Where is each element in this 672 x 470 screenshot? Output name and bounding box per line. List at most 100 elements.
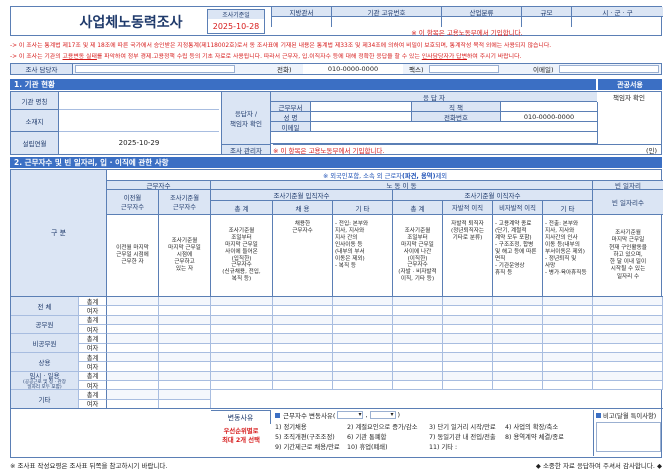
data-cell[interactable] (273, 353, 333, 363)
data-cell[interactable] (543, 362, 593, 372)
data-cell[interactable] (593, 381, 663, 391)
data-cell[interactable] (211, 315, 273, 325)
data-cell[interactable] (593, 362, 663, 372)
data-cell[interactable] (273, 325, 333, 335)
data-cell[interactable] (159, 334, 211, 344)
data-cell[interactable] (593, 306, 663, 316)
remark-input[interactable] (596, 422, 661, 452)
header-input-industry[interactable] (441, 17, 521, 27)
data-cell[interactable] (443, 334, 493, 344)
data-cell[interactable] (593, 343, 663, 353)
data-cell[interactable] (493, 297, 543, 307)
address-input[interactable] (59, 110, 219, 132)
data-cell[interactable] (107, 306, 159, 316)
data-cell[interactable] (443, 297, 493, 307)
data-cell[interactable] (107, 362, 159, 372)
data-cell[interactable] (273, 306, 333, 316)
data-cell[interactable] (273, 371, 333, 381)
data-cell[interactable] (107, 353, 159, 363)
header-input-region[interactable] (571, 17, 663, 27)
tel-input[interactable]: 010-0000-0000 (501, 112, 597, 122)
data-cell[interactable] (393, 353, 443, 363)
data-cell[interactable] (211, 334, 273, 344)
change-option[interactable]: 10) 휴업(폐쇄) (347, 442, 429, 451)
data-cell[interactable] (543, 306, 593, 316)
data-cell[interactable] (443, 306, 493, 316)
data-cell[interactable] (493, 381, 543, 391)
data-cell[interactable] (333, 381, 393, 391)
change-option[interactable]: 8) 용역계약 체결/종료 (505, 432, 589, 441)
data-cell[interactable] (543, 315, 593, 325)
data-cell[interactable] (593, 297, 663, 307)
data-cell[interactable] (107, 297, 159, 307)
data-cell[interactable] (211, 353, 273, 363)
data-cell[interactable] (593, 371, 663, 381)
data-cell[interactable] (333, 315, 393, 325)
data-cell[interactable] (443, 315, 493, 325)
data-cell[interactable] (333, 362, 393, 372)
change-option[interactable]: 3) 단기 일거리 시작/만료 (429, 422, 505, 431)
header-input-size[interactable] (521, 17, 571, 27)
data-cell[interactable] (273, 315, 333, 325)
data-cell[interactable] (273, 334, 333, 344)
data-cell[interactable] (593, 334, 663, 344)
data-cell[interactable] (393, 381, 443, 391)
data-cell[interactable] (543, 353, 593, 363)
data-cell[interactable] (593, 315, 663, 325)
section1-button[interactable]: 관공서용 (598, 79, 662, 90)
data-cell[interactable] (393, 306, 443, 316)
data-cell[interactable] (107, 390, 159, 400)
established-value[interactable]: 2025-10-29 (59, 132, 219, 154)
data-cell[interactable] (493, 343, 543, 353)
data-cell[interactable] (159, 381, 211, 391)
data-cell[interactable] (107, 325, 159, 335)
data-cell[interactable] (493, 334, 543, 344)
data-cell[interactable] (159, 362, 211, 372)
change-option[interactable]: 4) 사업의 확장/축소 (505, 422, 589, 431)
change-select-2[interactable]: ▾ (369, 411, 396, 419)
data-cell[interactable] (107, 315, 159, 325)
data-cell[interactable] (159, 371, 211, 381)
data-cell[interactable] (443, 381, 493, 391)
change-option[interactable]: 9) 기간제근로 채용/만료 (275, 442, 347, 451)
data-cell[interactable] (273, 381, 333, 391)
data-cell[interactable] (393, 334, 443, 344)
data-cell[interactable] (159, 297, 211, 307)
data-cell[interactable] (543, 371, 593, 381)
name2-input[interactable] (311, 112, 411, 122)
change-option[interactable]: 5) 조직개편(구조조정) (275, 432, 347, 441)
data-cell[interactable] (393, 371, 443, 381)
data-cell[interactable] (593, 325, 663, 335)
data-cell[interactable] (493, 371, 543, 381)
data-cell[interactable] (493, 353, 543, 363)
data-cell[interactable] (107, 381, 159, 391)
change-option[interactable]: 6) 기관 통폐합 (347, 432, 429, 441)
data-cell[interactable] (159, 306, 211, 316)
data-cell[interactable] (333, 325, 393, 335)
data-cell[interactable] (107, 334, 159, 344)
survey-date-value[interactable]: 2025-10-28 (208, 19, 264, 33)
data-cell[interactable] (493, 325, 543, 335)
data-cell[interactable] (333, 334, 393, 344)
data-cell[interactable] (333, 343, 393, 353)
data-cell[interactable] (443, 343, 493, 353)
data-cell[interactable] (333, 306, 393, 316)
email2-input[interactable] (311, 122, 597, 132)
data-cell[interactable] (211, 343, 273, 353)
data-cell[interactable] (159, 315, 211, 325)
data-cell[interactable] (443, 362, 493, 372)
change-option[interactable]: 7) 동일기관 내 전입/전출 (429, 432, 505, 441)
contact-email-input[interactable] (559, 65, 659, 73)
data-cell[interactable] (211, 381, 273, 391)
data-cell[interactable] (211, 297, 273, 307)
data-cell[interactable] (107, 343, 159, 353)
data-cell[interactable] (273, 362, 333, 372)
data-cell[interactable] (543, 325, 593, 335)
change-select-1[interactable]: ▾ (337, 411, 364, 419)
header-input-office[interactable] (271, 17, 331, 27)
data-cell[interactable] (393, 343, 443, 353)
position-input[interactable] (501, 102, 597, 112)
data-cell[interactable] (393, 362, 443, 372)
contact-manager-input[interactable] (75, 65, 235, 73)
data-cell[interactable] (159, 353, 211, 363)
